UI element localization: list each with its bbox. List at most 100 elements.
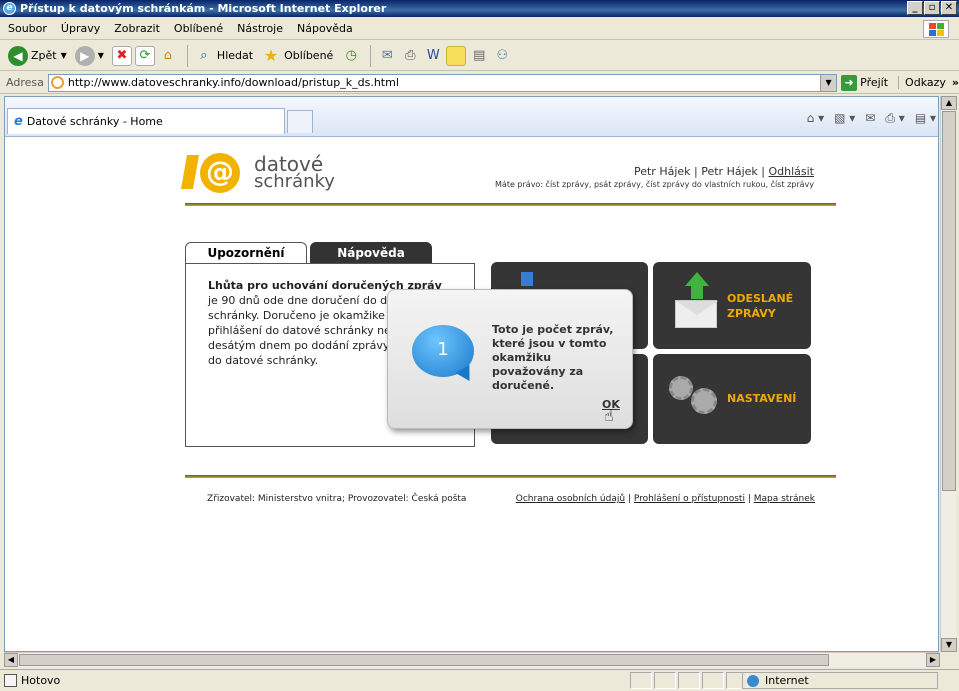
popup-message: Toto je počet zpráv, které jsou v tomto … <box>492 323 614 392</box>
accessibility-link[interactable]: Prohlášení o přístupnosti <box>634 494 745 504</box>
zone-label: Internet <box>765 674 809 687</box>
sitemap-link[interactable]: Mapa stránek <box>754 494 815 504</box>
search-button[interactable]: ⌕ Hledat <box>194 46 253 66</box>
sent-label-2: ZPRÁVY <box>727 307 776 320</box>
address-label: Adresa <box>6 76 44 89</box>
new-tab-button[interactable] <box>287 110 313 133</box>
horizontal-scrollbar[interactable]: ◀ ▶ <box>4 652 940 667</box>
globe-icon <box>747 674 759 687</box>
print-icon[interactable]: ⎙ <box>400 46 420 66</box>
links-button[interactable]: Odkazy <box>898 76 946 89</box>
tab-help[interactable]: Nápověda <box>310 242 432 264</box>
refresh-icon[interactable]: ⟳ <box>134 45 155 66</box>
stop-icon[interactable]: ✖ <box>111 45 132 66</box>
browser-viewport: e Datové schránky - Home ⌂ ▾ ▧ ▾ ✉ ⎙ ▾ ▤… <box>4 96 939 652</box>
research-icon[interactable]: ▤ <box>469 46 489 66</box>
settings-label: NASTAVENÍ <box>727 392 797 405</box>
history-icon[interactable]: ◷ <box>341 46 361 66</box>
mail-icon[interactable]: ✉ <box>865 111 875 126</box>
back-dropdown-icon[interactable]: ▼ <box>61 51 67 60</box>
go-label: Přejít <box>860 76 889 89</box>
menu-file[interactable]: Soubor <box>8 22 47 35</box>
messenger-icon[interactable]: ⚇ <box>492 46 512 66</box>
menu-edit[interactable]: Úpravy <box>61 22 100 35</box>
site-logo[interactable]: @ datové schránky <box>181 151 335 195</box>
logo-mark-icon: @ <box>181 151 252 195</box>
home-icon[interactable]: ⌂ ▾ <box>807 111 824 126</box>
security-zone[interactable]: Internet <box>742 672 938 689</box>
logo-text: datové schránky <box>254 154 335 192</box>
menu-view[interactable]: Zobrazit <box>114 22 160 35</box>
ie-icon: e <box>3 2 16 15</box>
toolbar-separator <box>186 44 188 67</box>
menu-tools[interactable]: Nástroje <box>237 22 283 35</box>
settings-tile[interactable]: NASTAVENÍ <box>653 354 811 444</box>
close-button[interactable]: ✕ <box>941 1 957 15</box>
ie-tab-icon: e <box>14 114 23 129</box>
upload-arrow-icon <box>685 272 709 286</box>
web-page: @ datové schránky Petr Hájek | Petr Háje… <box>5 138 938 651</box>
gear-icon <box>669 376 693 400</box>
logout-link[interactable]: Odhlásit <box>768 165 814 178</box>
envelope-icon <box>675 300 718 328</box>
user-name: Petr Hájek | Petr Hájek | <box>633 165 765 178</box>
page-menu-icon[interactable]: ▤ ▾ <box>915 111 936 126</box>
forward-button[interactable]: ▶ ▼ <box>74 45 104 66</box>
maximize-button[interactable]: ▫ <box>924 1 940 15</box>
title-bar: e Přístup k datovým schránkám - Microsof… <box>0 0 959 17</box>
forward-arrow-icon: ▶ <box>74 45 95 66</box>
vertical-scroll-thumb[interactable] <box>942 111 956 491</box>
scroll-down-icon[interactable]: ▼ <box>941 638 957 652</box>
browser-tab-title: Datové schránky - Home <box>26 115 163 128</box>
page-icon <box>50 76 64 89</box>
download-arrow-icon <box>521 272 533 286</box>
tab-notice[interactable]: Upozornění <box>185 242 307 264</box>
scroll-up-icon[interactable]: ▲ <box>941 96 957 110</box>
upload-arrow-stem <box>691 285 703 299</box>
page-status-icon <box>4 674 17 687</box>
address-bar: Adresa http://www.datoveschranky.info/do… <box>0 72 959 94</box>
privacy-link[interactable]: Ochrana osobních údajů <box>516 494 625 504</box>
edit-icon[interactable]: W <box>423 46 443 66</box>
browser-tab[interactable]: e Datové schránky - Home <box>7 108 285 134</box>
minimize-button[interactable]: _ <box>907 1 923 15</box>
notes-icon[interactable] <box>446 45 467 66</box>
mail-icon[interactable]: ✉ <box>377 46 397 66</box>
address-dropdown-icon[interactable]: ▼ <box>820 74 837 91</box>
star-icon: ★ <box>263 46 279 65</box>
back-label: Zpět <box>31 49 57 62</box>
window-controls: _ ▫ ✕ <box>907 1 957 15</box>
sent-messages-tile[interactable]: ODESLANÉ ZPRÁVY <box>653 262 811 349</box>
go-button[interactable]: ➜ Přejít <box>841 74 889 91</box>
vertical-scrollbar[interactable]: ▲ ▼ <box>940 96 957 652</box>
feeds-icon[interactable]: ▧ ▾ <box>834 111 855 126</box>
menu-favorites[interactable]: Oblíbené <box>174 22 223 35</box>
footer-divider <box>185 475 836 478</box>
logo-line2: schránky <box>254 171 335 192</box>
home-icon[interactable]: ⌂ <box>158 46 178 66</box>
favorites-button[interactable]: ★ Oblíbené <box>261 46 333 66</box>
scroll-left-icon[interactable]: ◀ <box>4 653 18 667</box>
user-rights: Máte právo: číst zprávy, psát zprávy, čí… <box>495 180 814 189</box>
address-input[interactable]: http://www.datoveschranky.info/download/… <box>47 73 838 92</box>
search-label: Hledat <box>216 49 254 62</box>
horizontal-scroll-thumb[interactable] <box>19 654 829 666</box>
favorites-label: Oblíbené <box>284 49 334 62</box>
toolbar-separator <box>370 44 372 67</box>
forward-dropdown-icon[interactable]: ▼ <box>98 51 104 60</box>
url-text[interactable]: http://www.datoveschranky.info/download/… <box>68 76 399 89</box>
gear-icon <box>691 388 717 414</box>
user-info: Petr Hájek | Petr Hájek | Odhlásit <box>634 165 814 178</box>
hand-cursor-icon: ☝ <box>604 406 614 425</box>
scroll-right-icon[interactable]: ▶ <box>926 653 940 667</box>
command-bar: ⌂ ▾ ▧ ▾ ✉ ⎙ ▾ ▤ ▾ <box>807 111 936 126</box>
info-tooltip-popup: 1 Toto je počet zpráv, které jsou v tomt… <box>387 289 633 429</box>
back-button[interactable]: ◀ Zpět ▼ <box>8 45 67 66</box>
status-text: Hotovo <box>21 674 61 687</box>
print-icon[interactable]: ⎙ ▾ <box>885 111 904 126</box>
windows-logo-icon <box>923 20 949 38</box>
menu-bar: Soubor Úpravy Zobrazit Oblíbené Nástroje… <box>0 18 959 40</box>
chevron-right-icon[interactable]: » <box>952 76 959 89</box>
menu-help[interactable]: Nápověda <box>297 22 353 35</box>
go-arrow-icon: ➜ <box>841 74 858 91</box>
